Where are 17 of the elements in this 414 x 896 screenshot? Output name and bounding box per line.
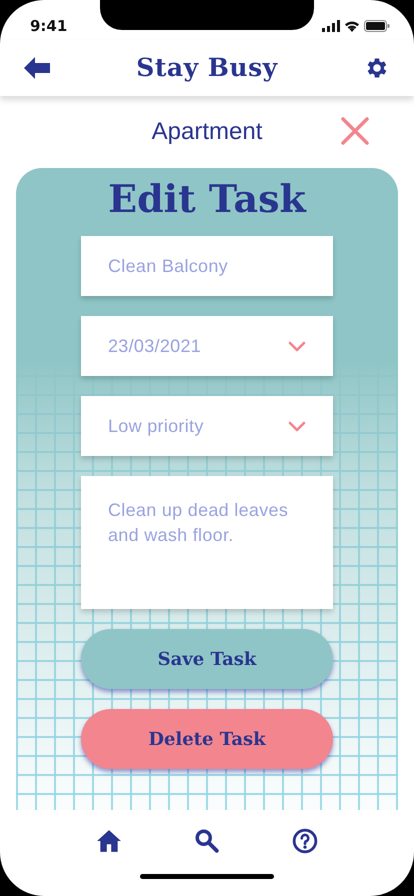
- list-name: Apartment: [152, 117, 262, 147]
- battery-icon: [364, 20, 390, 32]
- text-field[interactable]: Clean Balcony: [81, 236, 333, 296]
- search-icon[interactable]: [194, 828, 220, 854]
- app-title: Stay Busy: [136, 52, 278, 84]
- save-button[interactable]: Save Task: [81, 629, 333, 689]
- wifi-icon: [344, 20, 360, 32]
- status-time: 9:41: [30, 16, 68, 37]
- signal-icon: [322, 20, 340, 32]
- notes-field[interactable]: Clean up dead leaves and wash floor.: [81, 476, 333, 609]
- form-title: Edit Task: [108, 180, 306, 218]
- dropdown-field[interactable]: Low priority: [81, 396, 333, 456]
- home-icon[interactable]: [96, 828, 122, 854]
- dropdown-field[interactable]: 23/03/2021: [81, 316, 333, 376]
- help-icon[interactable]: [292, 828, 318, 854]
- delete-button[interactable]: Delete Task: [81, 709, 333, 769]
- back-arrow-icon[interactable]: [24, 57, 50, 79]
